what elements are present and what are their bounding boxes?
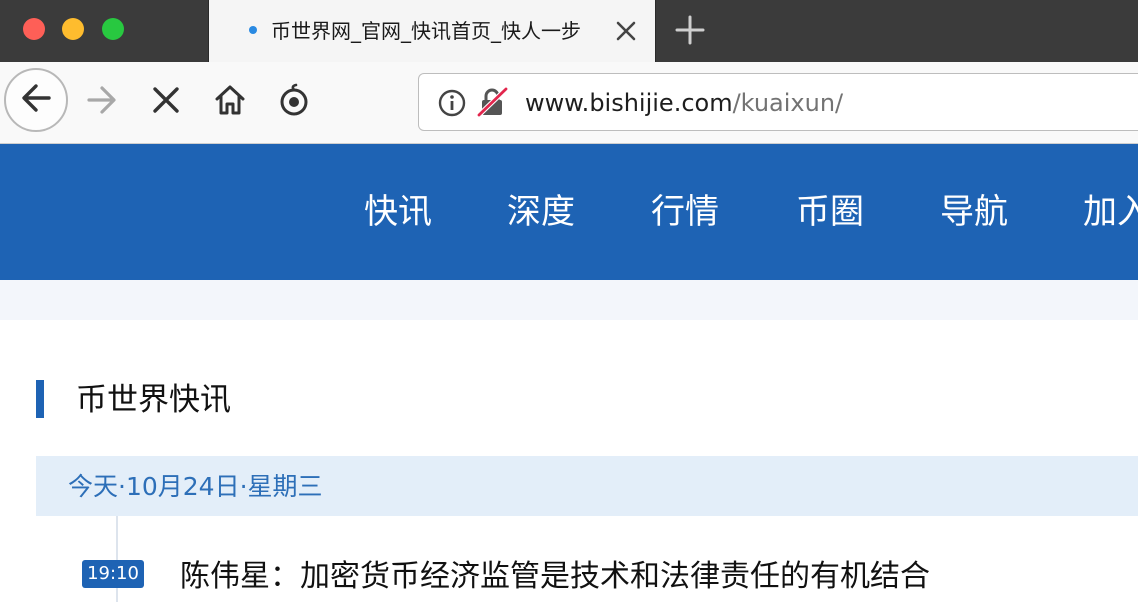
news-headline-link[interactable]: 陈伟星：加密货币经济监管是技术和法律责任的有机结合 <box>180 557 930 597</box>
nav-shadow-band <box>0 280 1138 320</box>
tab-title: 币世界网_官网_快讯首页_快人一步 <box>271 19 581 43</box>
section-title: 币世界快讯 <box>76 382 231 418</box>
browser-tab-active[interactable]: 币世界网_官网_快讯首页_快人一步 <box>208 0 656 62</box>
arrow-left-icon <box>18 80 54 120</box>
address-bar[interactable]: www.bishijie.com/kuaixun/ <box>418 73 1138 131</box>
date-header: 今天·10月24日·星期三 <box>36 456 1138 516</box>
time-badge: 19:10 <box>82 560 144 588</box>
home-icon <box>213 83 247 121</box>
back-button[interactable] <box>4 68 68 132</box>
arrow-right-icon <box>84 82 120 122</box>
site-nav: 快讯 深度 行情 币圈 导航 加入 <box>0 144 1138 280</box>
browser-tab-strip: 币世界网_官网_快讯首页_快人一步 <box>0 0 1138 62</box>
nav-item-daohang[interactable]: 导航 <box>940 190 1008 234</box>
url-path: /kuaixun/ <box>732 89 844 117</box>
window-minimize-button[interactable] <box>62 18 84 40</box>
extension-icon <box>277 83 311 121</box>
date-label: 今天·10月24日·星期三 <box>68 472 323 501</box>
url-host: www.bishijie.com <box>525 89 733 117</box>
nav-item-biquan[interactable]: 币圈 <box>796 190 864 234</box>
insecure-lock-icon[interactable] <box>477 86 509 118</box>
forward-button[interactable] <box>80 80 124 124</box>
extension-button[interactable] <box>272 80 316 124</box>
plus-icon[interactable] <box>672 12 708 48</box>
info-icon[interactable] <box>437 88 467 118</box>
close-icon[interactable] <box>613 18 639 44</box>
nav-item-shendu[interactable]: 深度 <box>507 190 575 234</box>
section-accent-bar <box>36 380 44 418</box>
window-zoom-button[interactable] <box>102 18 124 40</box>
window-close-button[interactable] <box>23 18 45 40</box>
home-button[interactable] <box>208 80 252 124</box>
loading-indicator-icon <box>249 26 257 34</box>
close-icon <box>150 84 182 120</box>
nav-item-hangqing[interactable]: 行情 <box>651 190 719 234</box>
nav-item-jiaru[interactable]: 加入 <box>1083 190 1138 234</box>
url-text: www.bishijie.com/kuaixun/ <box>525 87 843 119</box>
browser-toolbar: www.bishijie.com/kuaixun/ <box>0 62 1138 144</box>
timeline-line <box>116 516 118 602</box>
stop-button[interactable] <box>144 80 188 124</box>
nav-item-kuaixun[interactable]: 快讯 <box>364 190 432 234</box>
